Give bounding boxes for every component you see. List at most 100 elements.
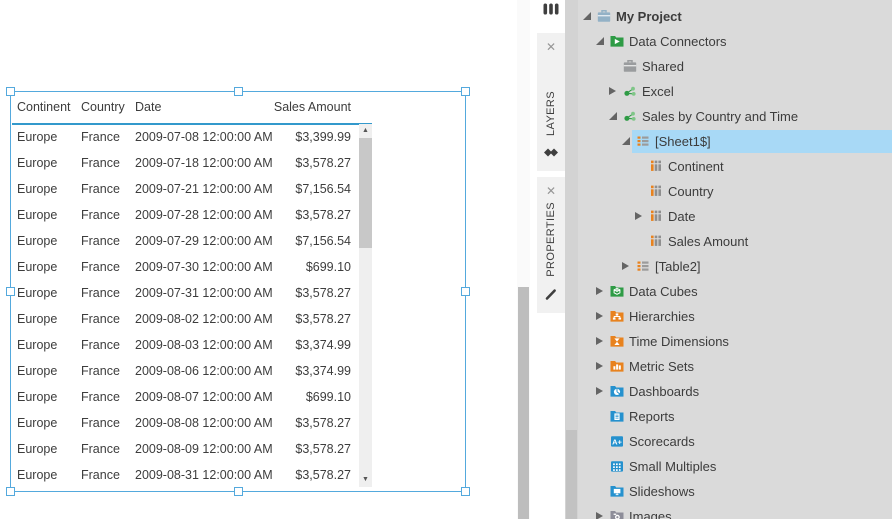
canvas-scrollbar[interactable] (517, 0, 530, 519)
selection-handle-n[interactable] (234, 87, 243, 96)
table-row: Europe France 2009-08-08 12:00:00 AM $3,578… (12, 410, 357, 436)
table-cell: $3,578.27 (295, 416, 351, 430)
tree-item-data-connectors[interactable]: Data Connectors (565, 29, 892, 54)
table-row: Europe France 2009-07-18 12:00:00 AM $3,578… (12, 150, 357, 176)
tree-item-sheet1[interactable]: [Sheet1$] (565, 129, 892, 154)
expand-arrow-icon[interactable] (635, 212, 642, 220)
table-row: Europe France 2009-08-07 12:00:00 AM $699.1… (12, 384, 357, 410)
tree-item-label: Slideshows (629, 484, 695, 499)
tree-item-icon (610, 34, 624, 48)
table-cell: 2009-08-09 12:00:00 AM (135, 442, 273, 456)
selection-handle-e[interactable] (461, 287, 470, 296)
tree-item-metric-sets[interactable]: Metric Sets (565, 354, 892, 379)
selection-handle-w[interactable] (6, 287, 15, 296)
column-bars-icon (651, 160, 661, 171)
briefcase-grey-icon (623, 59, 637, 72)
table-cell: 2009-08-06 12:00:00 AM (135, 364, 273, 378)
expand-arrow-icon[interactable] (596, 287, 603, 295)
table-cell: 2009-07-28 12:00:00 AM (135, 208, 273, 222)
close-icon[interactable]: ✕ (546, 41, 556, 53)
close-icon[interactable]: ✕ (546, 185, 556, 197)
expand-arrow-icon[interactable] (596, 312, 603, 320)
table-visual[interactable]: Continent Country Date Sales Amount Europe F… (6, 87, 470, 496)
tree-item-continent[interactable]: Continent (565, 154, 892, 179)
canvas-scrollbar-thumb[interactable] (518, 287, 529, 519)
table-row: Europe France 2009-08-02 12:00:00 AM $3,578… (12, 306, 357, 332)
table-cell: 2009-07-21 12:00:00 AM (135, 182, 273, 196)
expand-arrow-icon[interactable] (596, 362, 603, 370)
tree-item-sales-by-country-and-time[interactable]: Sales by Country and Time (565, 104, 892, 129)
tree-item-icon (623, 84, 637, 98)
scroll-down-icon[interactable]: ▼ (359, 474, 372, 486)
tree-item-icon (610, 384, 624, 398)
column-header: Sales Amount (273, 100, 351, 114)
table-cell: France (81, 312, 120, 326)
folder-camera-icon (610, 511, 624, 519)
expand-arrow-icon[interactable] (609, 87, 616, 95)
badge-aplus-icon: A+ (611, 436, 623, 447)
table-cell: 2009-08-31 12:00:00 AM (135, 468, 273, 482)
collapse-arrow-icon[interactable] (596, 37, 604, 45)
table-cell: $7,156.54 (295, 182, 351, 196)
column-header: Date (135, 100, 162, 114)
collapse-arrow-icon[interactable] (583, 12, 591, 20)
tree-item-my-project[interactable]: My Project (565, 4, 892, 29)
tree-item-sales-amount[interactable]: Sales Amount (565, 229, 892, 254)
expand-arrow-icon[interactable] (596, 387, 603, 395)
tree-item-reports[interactable]: Reports (565, 404, 892, 429)
table-cell: Europe (17, 442, 58, 456)
design-canvas[interactable]: Continent Country Date Sales Amount Europe F… (0, 0, 531, 519)
collapse-arrow-icon[interactable] (609, 112, 617, 120)
table-cell: Europe (17, 390, 58, 404)
tree-item-label: Reports (629, 409, 675, 424)
tree-item-label: Excel (642, 84, 674, 99)
expand-arrow-icon[interactable] (596, 512, 603, 519)
expand-arrow-icon[interactable] (596, 337, 603, 345)
svg-text:A+: A+ (612, 437, 622, 446)
tree-item-shared[interactable]: Shared (565, 54, 892, 79)
tree-item-table2[interactable]: [Table2] (565, 254, 892, 279)
tree-item-country[interactable]: Country (565, 179, 892, 204)
scroll-up-icon[interactable]: ▲ (359, 125, 372, 137)
folder-cube-icon (610, 286, 624, 297)
connector-dots-icon (624, 111, 636, 121)
selection-handle-ne[interactable] (461, 87, 470, 96)
tree-item-label: Data Connectors (629, 34, 727, 49)
tree-item-label: Sales Amount (668, 234, 749, 249)
tree-item-label: [Sheet1$] (655, 134, 711, 149)
tree-item-label: Time Dimensions (629, 334, 729, 349)
tree-item-dashboards[interactable]: Dashboards (565, 379, 892, 404)
tree-item-icon (610, 459, 624, 473)
expand-arrow-icon[interactable] (622, 262, 629, 270)
tree-item-scorecards[interactable]: A+ Scorecards (565, 429, 892, 454)
table-row: Europe France 2009-07-31 12:00:00 AM $3,578… (12, 280, 357, 306)
tab-explorer[interactable]: ✕ EXPLORER (537, 0, 565, 28)
tree-item-images[interactable]: Images (565, 504, 892, 519)
sheet-list-icon (637, 136, 649, 146)
table-cell: 2009-08-03 12:00:00 AM (135, 338, 273, 352)
tree-item-time-dimensions[interactable]: Time Dimensions (565, 329, 892, 354)
folder-slide-icon (610, 486, 624, 497)
selection-handle-s[interactable] (234, 487, 243, 496)
tree-item-data-cubes[interactable]: Data Cubes (565, 279, 892, 304)
tree-item-icon (597, 9, 611, 23)
collapse-arrow-icon[interactable] (622, 137, 630, 145)
selection-handle-se[interactable] (461, 487, 470, 496)
tab-layers[interactable]: ✕ LAYERS (537, 33, 565, 171)
tree-item-hierarchies[interactable]: Hierarchies (565, 304, 892, 329)
table-row: Europe France 2009-08-31 12:00:00 AM $3,578… (12, 462, 357, 488)
briefcase-blue-icon (597, 9, 611, 22)
tree-item-date[interactable]: Date (565, 204, 892, 229)
table-cell: Europe (17, 156, 58, 170)
tab-properties[interactable]: ✕ PROPERTIES (537, 177, 565, 313)
table-scrollbar[interactable]: ▲ ▼ (359, 124, 372, 487)
selection-handle-sw[interactable] (6, 487, 15, 496)
table-row: Europe France 2009-07-30 12:00:00 AM $699.1… (12, 254, 357, 280)
selection-handle-nw[interactable] (6, 87, 15, 96)
table-scrollbar-thumb[interactable] (359, 138, 372, 248)
explorer-panel: My Project Data Connectors Shared Excel Sale… (565, 0, 892, 519)
tree-item-excel[interactable]: Excel (565, 79, 892, 104)
tree-item-slideshows[interactable]: Slideshows (565, 479, 892, 504)
table-cell: Europe (17, 312, 58, 326)
tree-item-small-multiples[interactable]: Small Multiples (565, 454, 892, 479)
